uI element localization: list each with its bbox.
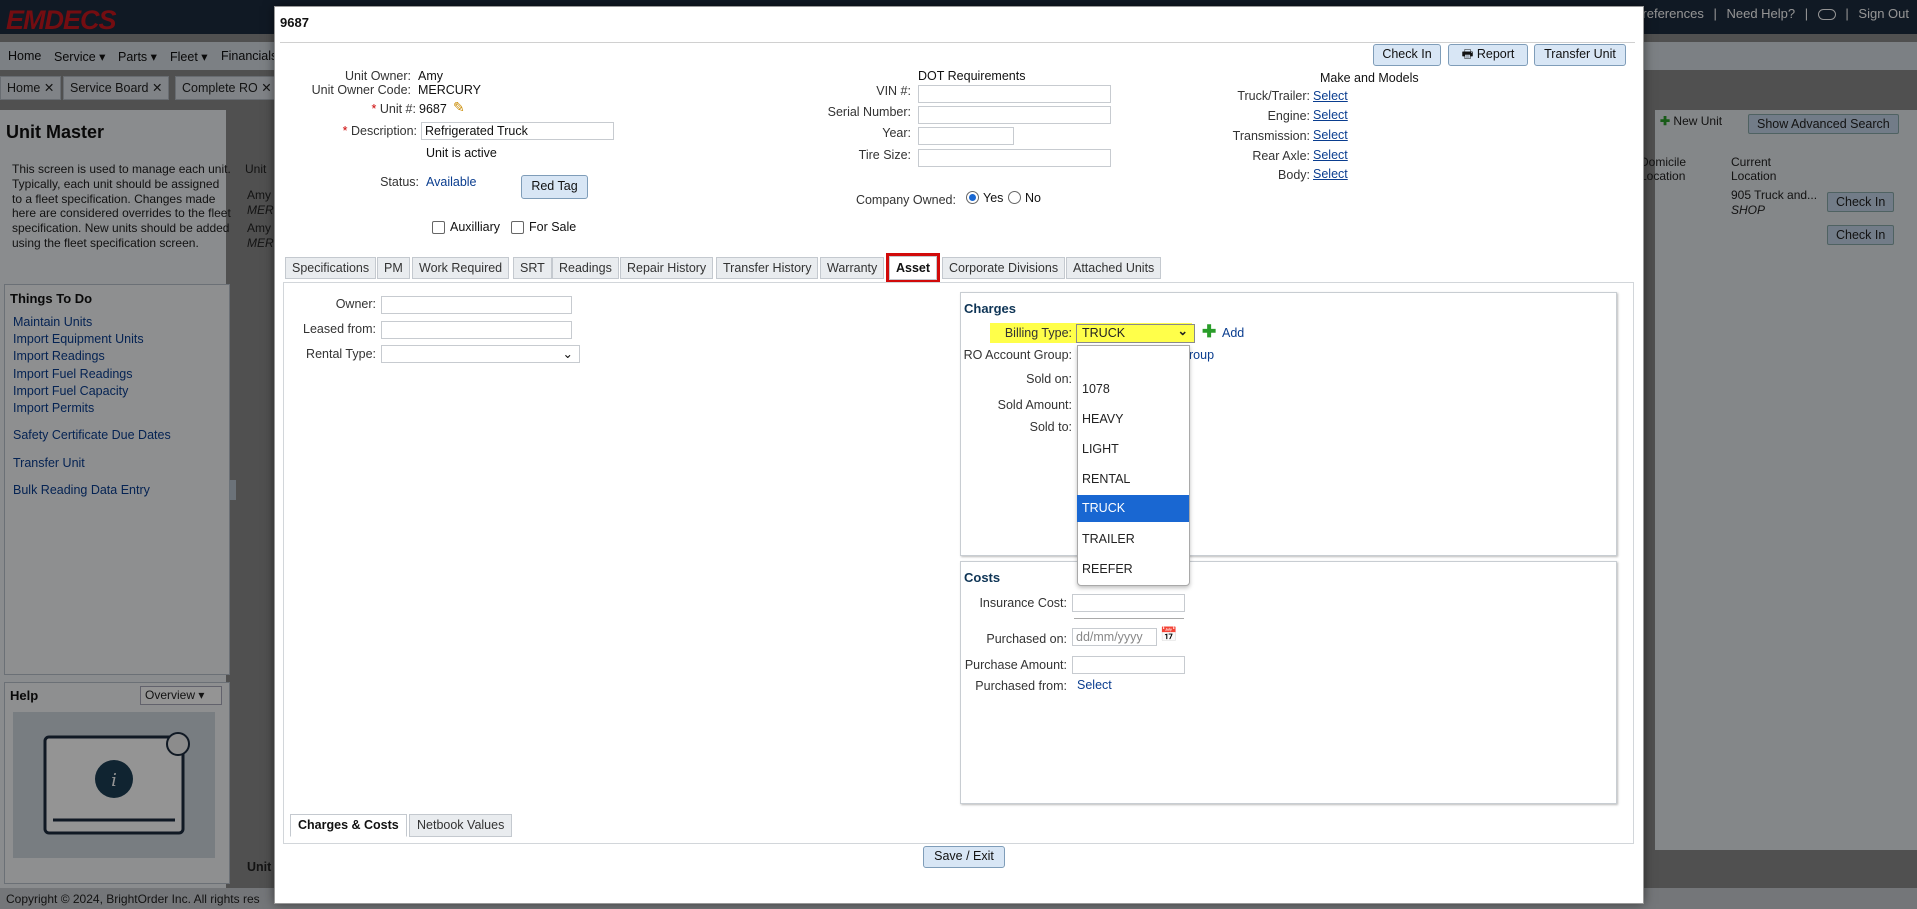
unit-owner-code-label: Unit Owner Code: <box>311 83 411 97</box>
rear-axle-label: Rear Axle: <box>1252 149 1310 163</box>
status-label: Status: <box>380 175 419 189</box>
divider <box>1074 618 1184 619</box>
vin-field[interactable] <box>918 85 1111 103</box>
pencil-edit-icon[interactable]: ✎ <box>453 99 465 116</box>
tab-specifications[interactable]: Specifications <box>285 257 377 279</box>
for-sale-label: For Sale <box>529 220 577 234</box>
dot-requirements-title: DOT Requirements <box>918 69 1026 83</box>
description-field[interactable]: Refrigerated Truck <box>421 122 614 140</box>
company-owned-yes-radio[interactable] <box>966 191 979 204</box>
tab-readings[interactable]: Readings <box>552 257 619 279</box>
unit-owner-label: Unit Owner: <box>345 69 411 83</box>
costs-title: Costs <box>964 570 1001 585</box>
tire-size-field[interactable] <box>918 149 1111 167</box>
unit-owner-code-value: MERCURY <box>418 83 481 97</box>
report-button[interactable]: 🖶 Report <box>1448 44 1528 66</box>
purchased-from-select-link[interactable]: Select <box>1077 678 1112 692</box>
year-field[interactable] <box>918 127 1014 145</box>
serial-number-label: Serial Number: <box>827 105 911 119</box>
rental-type-select[interactable]: ⌄ <box>381 345 580 363</box>
ro-account-group-label: RO Account Group: <box>963 348 1072 362</box>
sold-to-label: Sold to: <box>1029 420 1072 434</box>
rear-axle-select-link[interactable]: Select <box>1313 148 1348 162</box>
company-owned-yes-label: Yes <box>983 191 1004 205</box>
tab-pm[interactable]: PM <box>377 257 410 279</box>
company-owned-label: Company Owned: <box>855 193 956 207</box>
engine-label: Engine: <box>1267 109 1310 123</box>
vin-label: VIN #: <box>876 84 911 98</box>
owner-label: Owner: <box>335 297 376 311</box>
tab-srt[interactable]: SRT <box>513 257 552 279</box>
ro-account-group-link[interactable]: roup <box>1189 348 1214 362</box>
for-sale-checkbox[interactable] <box>511 221 524 234</box>
purchase-amount-label: Purchase Amount: <box>964 658 1067 672</box>
billing-option-truck[interactable]: TRUCK <box>1077 495 1189 522</box>
status-value[interactable]: Available <box>426 175 477 189</box>
tire-size-label: Tire Size: <box>858 148 911 162</box>
unit-active-text: Unit is active <box>426 146 497 160</box>
tab-asset[interactable]: Asset <box>885 253 941 283</box>
chevron-down-icon: ⌄ <box>562 347 573 361</box>
charges-title: Charges <box>964 301 1017 316</box>
rental-type-label: Rental Type: <box>306 347 376 361</box>
engine-select-link[interactable]: Select <box>1313 108 1348 122</box>
calendar-icon[interactable]: 📅 <box>1160 626 1177 643</box>
red-tag-button[interactable]: Red Tag <box>521 175 588 199</box>
transfer-unit-button[interactable]: Transfer Unit <box>1534 44 1626 66</box>
billing-option-rental[interactable]: RENTAL <box>1077 466 1189 493</box>
add-billing-type-link[interactable]: Add <box>1222 326 1244 340</box>
serial-number-field[interactable] <box>918 106 1111 124</box>
purchased-from-label: Purchased from: <box>975 679 1067 693</box>
billing-option-trailer[interactable]: TRAILER <box>1077 526 1189 553</box>
tab-netbook-values[interactable]: Netbook Values <box>409 814 513 837</box>
sold-on-label: Sold on: <box>1026 372 1072 386</box>
insurance-cost-label: Insurance Cost: <box>979 596 1067 610</box>
printer-icon: 🖶 <box>1461 47 1474 61</box>
billing-option-blank[interactable] <box>1077 351 1189 378</box>
modal-title: 9687 <box>280 15 309 30</box>
purchased-on-field[interactable]: dd/mm/yyyy <box>1072 628 1157 646</box>
billing-option-heavy[interactable]: HEAVY <box>1077 406 1189 433</box>
billing-option-reefer[interactable]: REEFER <box>1077 556 1189 583</box>
billing-option-1078[interactable]: 1078 <box>1077 376 1189 403</box>
save-exit-button[interactable]: Save / Exit <box>923 846 1005 868</box>
body-label: Body: <box>1278 168 1310 182</box>
purchased-on-label: Purchased on: <box>986 632 1067 646</box>
auxilliary-label: Auxilliary <box>450 220 501 234</box>
check-in-button[interactable]: Check In <box>1373 44 1441 66</box>
owner-field[interactable] <box>381 296 572 314</box>
tab-warranty[interactable]: Warranty <box>820 257 885 279</box>
company-owned-no-radio[interactable] <box>1008 191 1021 204</box>
truck-trailer-label: Truck/Trailer: <box>1237 89 1310 103</box>
truck-trailer-select-link[interactable]: Select <box>1313 89 1348 103</box>
billing-type-label: Billing Type: <box>1004 326 1072 340</box>
unit-owner-value: Amy <box>418 69 443 83</box>
billing-type-select[interactable]: TRUCK ⌄ <box>1076 324 1195 343</box>
insurance-cost-field[interactable] <box>1072 594 1185 612</box>
leased-from-label: Leased from: <box>303 322 376 336</box>
unit-number-value: 9687 <box>419 102 447 116</box>
tab-attached-units[interactable]: Attached Units <box>1066 257 1162 279</box>
tab-transfer-history[interactable]: Transfer History <box>716 257 819 279</box>
add-plus-icon[interactable]: ✚ <box>1202 322 1216 342</box>
tab-corporate-divisions[interactable]: Corporate Divisions <box>942 257 1066 279</box>
chevron-down-icon: ⌄ <box>1177 324 1188 338</box>
company-owned-no-label: No <box>1025 191 1041 205</box>
transmission-label: Transmission: <box>1232 129 1310 143</box>
make-and-models-title: Make and Models <box>1320 71 1419 85</box>
billing-option-light[interactable]: LIGHT <box>1077 436 1189 463</box>
unit-number-label: * Unit #: <box>371 102 416 116</box>
year-label: Year: <box>882 126 911 140</box>
leased-from-field[interactable] <box>381 321 572 339</box>
transmission-select-link[interactable]: Select <box>1313 128 1348 142</box>
tab-repair-history[interactable]: Repair History <box>620 257 714 279</box>
body-select-link[interactable]: Select <box>1313 167 1348 181</box>
divider <box>280 42 1635 43</box>
sold-amount-label: Sold Amount: <box>997 398 1072 412</box>
auxilliary-checkbox[interactable] <box>432 221 445 234</box>
description-label: * Description: <box>342 124 417 138</box>
tab-work-required[interactable]: Work Required <box>412 257 510 279</box>
purchase-amount-field[interactable] <box>1072 656 1185 674</box>
tab-charges-costs[interactable]: Charges & Costs <box>290 814 407 837</box>
